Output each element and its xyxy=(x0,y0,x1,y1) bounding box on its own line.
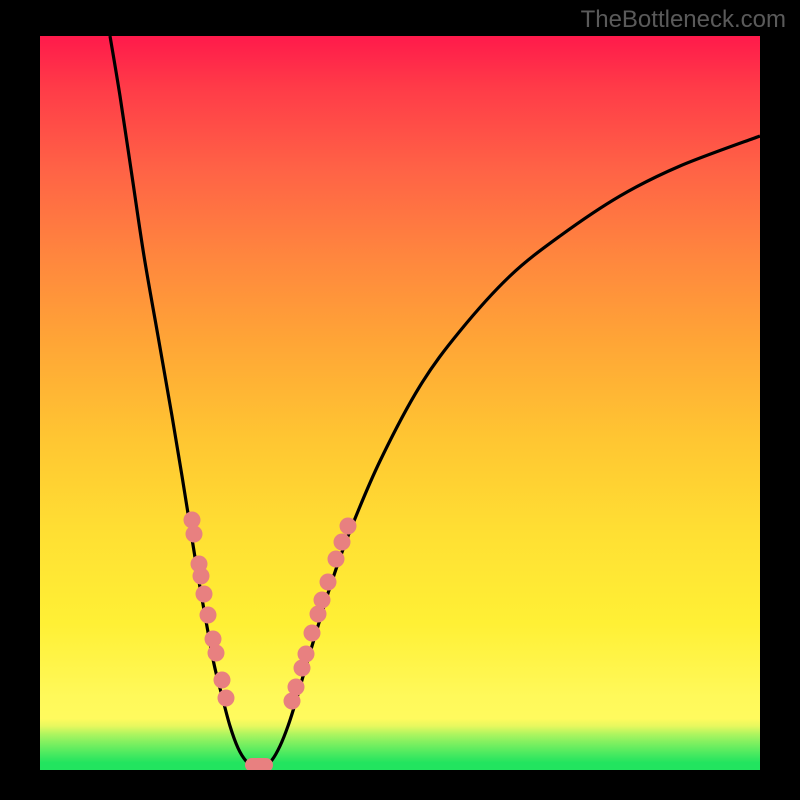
data-dot xyxy=(314,592,331,609)
data-dot xyxy=(196,586,213,603)
data-dot xyxy=(340,518,357,535)
data-dot xyxy=(200,607,217,624)
data-dot xyxy=(205,631,222,648)
data-dot xyxy=(208,645,225,662)
data-dot xyxy=(186,526,203,543)
right-dot-cluster xyxy=(284,518,357,710)
data-dot xyxy=(334,534,351,551)
chart-overlay xyxy=(40,36,760,770)
data-dot xyxy=(320,574,337,591)
watermark-text: TheBottleneck.com xyxy=(581,6,786,34)
data-dot xyxy=(304,625,321,642)
data-dot xyxy=(214,672,231,689)
bottom-capsule xyxy=(245,758,273,770)
data-dot xyxy=(328,551,345,568)
data-dot xyxy=(193,568,210,585)
data-dot xyxy=(298,646,315,663)
left-dot-cluster xyxy=(184,512,235,707)
plot-area xyxy=(40,36,760,770)
v-curve xyxy=(110,36,760,768)
data-dot xyxy=(218,690,235,707)
data-dot xyxy=(288,679,305,696)
